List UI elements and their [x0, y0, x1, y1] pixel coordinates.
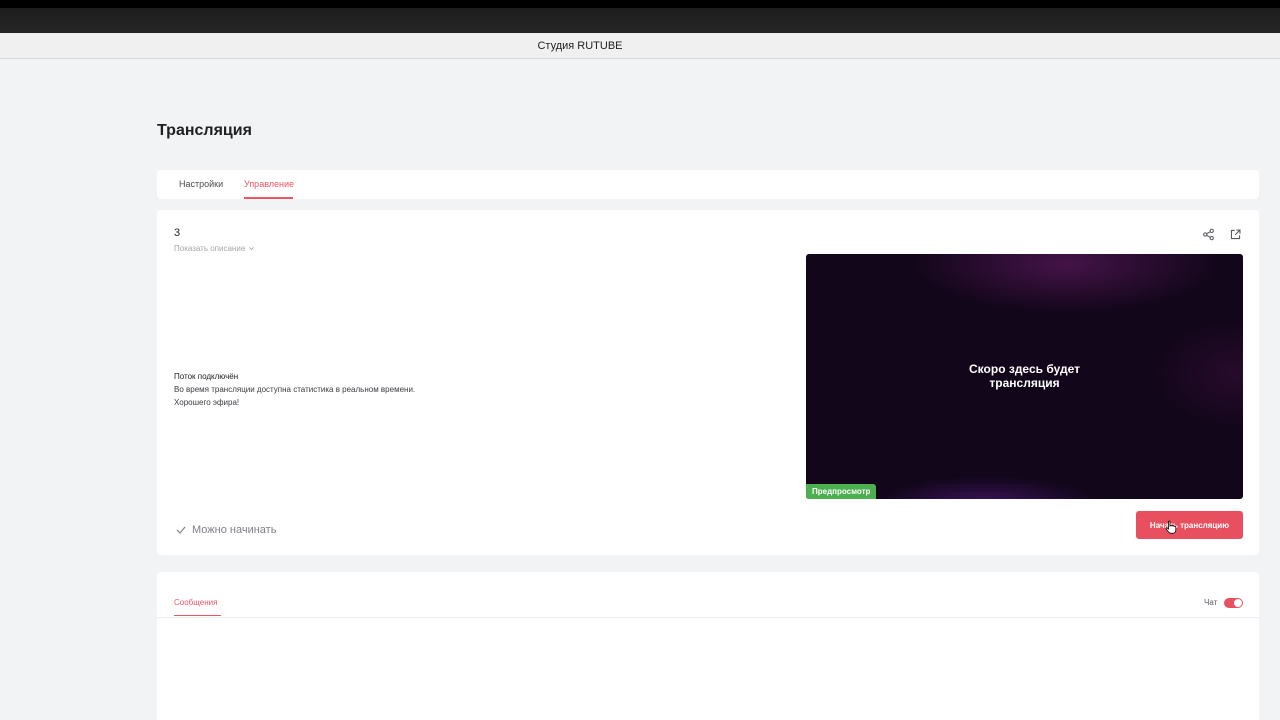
ready-status-label: Можно начинать [192, 524, 277, 536]
browser-top-bar [0, 0, 1280, 33]
page-title: Трансляция [157, 122, 252, 139]
chat-toggle-label: Чат [1204, 598, 1218, 607]
ready-status: Можно начинать [176, 524, 276, 536]
preview-message: Скоро здесь будет трансляция [806, 362, 1243, 390]
stream-status-greeting: Хорошего эфира! [174, 398, 240, 407]
preview-badge: Предпросмотр [806, 484, 877, 499]
open-external-button[interactable] [1228, 227, 1242, 241]
start-stream-button[interactable]: Начать трансляцию [1136, 511, 1243, 539]
chat-toggle-knob [1234, 599, 1242, 607]
preview-message-line2: трансляция [989, 376, 1060, 390]
chevron-down-icon [249, 247, 255, 251]
chat-toggle[interactable] [1224, 598, 1243, 608]
messages-tab-indicator [174, 615, 221, 616]
tab-messages[interactable]: Сообщения [174, 598, 217, 607]
external-link-icon [1230, 229, 1240, 239]
stream-preview: Скоро здесь будет трансляция Предпросмот… [806, 254, 1243, 499]
window-title: Студия RUTUBE [537, 40, 623, 52]
chat-card: Сообщения Чат [157, 572, 1259, 720]
tab-settings[interactable]: Настройки [179, 179, 223, 189]
stream-name: 3 [174, 227, 181, 239]
tabs-bar: Настройки Управление [157, 170, 1259, 199]
hand-cursor-icon [1165, 520, 1177, 534]
show-description-toggle[interactable]: Показать описание [174, 244, 255, 253]
preview-message-line1: Скоро здесь будет [969, 362, 1080, 376]
share-icon [1202, 228, 1214, 240]
stream-status: Поток подключён Во время трансляции дост… [174, 370, 415, 409]
show-description-label: Показать описание [174, 244, 246, 253]
chat-divider [157, 617, 1259, 618]
stream-card: 3 Показать описание Поток подключён Во в… [157, 210, 1259, 555]
share-button[interactable] [1201, 227, 1215, 241]
stream-status-text: Во время трансляции доступна статистика … [174, 385, 416, 394]
stream-status-title: Поток подключён [174, 372, 239, 381]
tab-management[interactable]: Управление [244, 179, 294, 189]
active-tab-indicator [244, 197, 293, 199]
window-title-bar: Студия RUTUBE [0, 33, 1280, 59]
check-icon [176, 526, 186, 534]
